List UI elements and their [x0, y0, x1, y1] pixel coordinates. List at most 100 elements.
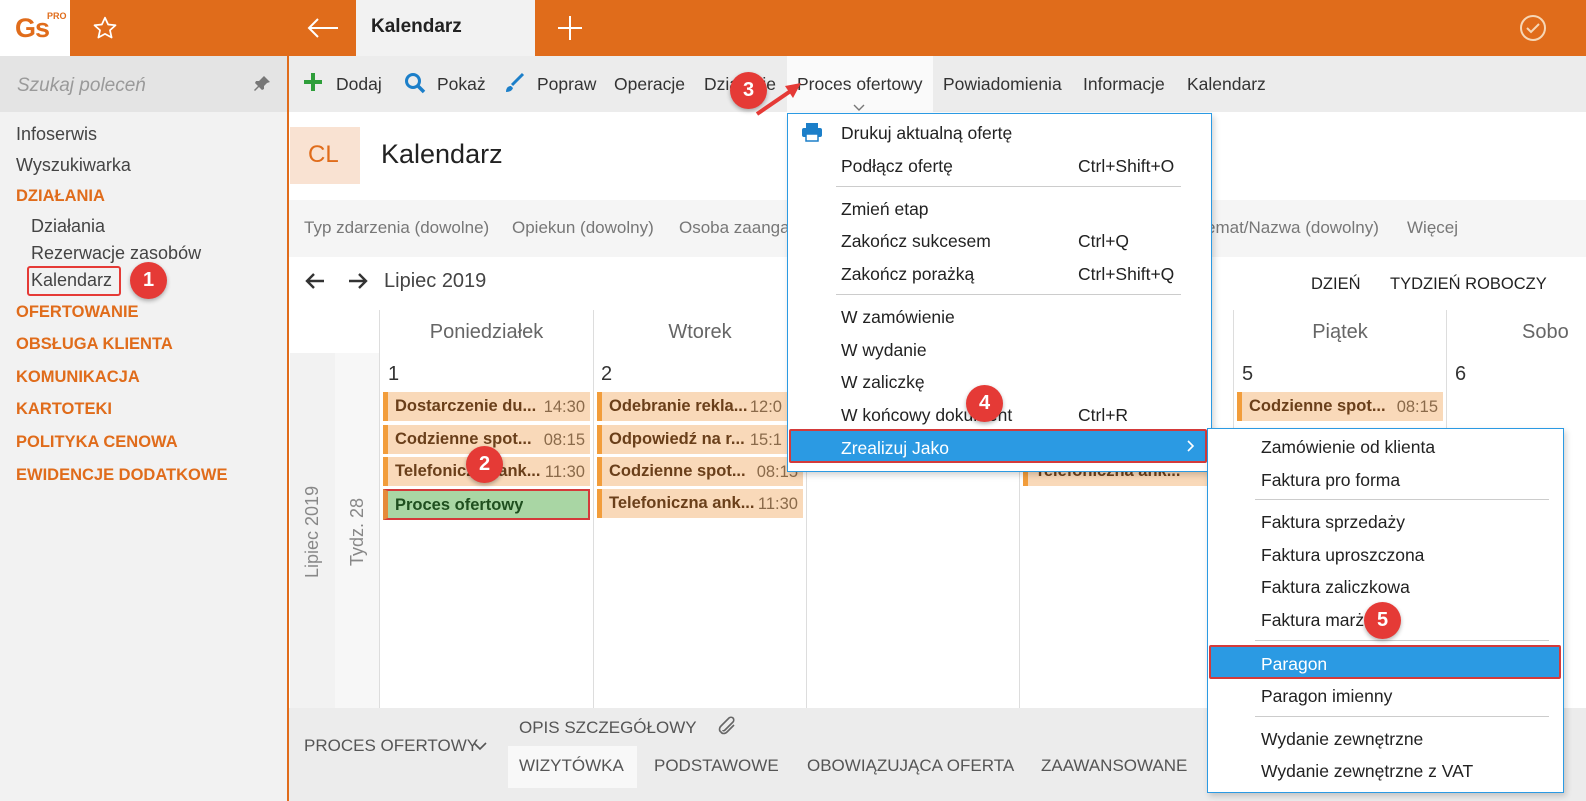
- submenu-item[interactable]: Faktura sprzedaży: [1261, 512, 1405, 533]
- event-time: 11:30: [757, 495, 798, 513]
- calendar-event[interactable]: Odpowiedź na r... 15:1: [597, 425, 787, 454]
- offer-process-menu[interactable]: Proces ofertowy: [797, 74, 922, 95]
- menu-item-to-advance[interactable]: W zaliczkę: [841, 372, 925, 393]
- sidebar-category-komunikacja[interactable]: KOMUNIKACJA: [16, 368, 140, 387]
- sidebar-item-wyszukiwarka[interactable]: Wyszukiwarka: [16, 155, 131, 176]
- next-arrow-icon[interactable]: [347, 270, 369, 297]
- submenu-item[interactable]: Faktura zaliczkowa: [1261, 577, 1410, 598]
- submenu-item[interactable]: Wydanie zewnętrzne: [1261, 729, 1423, 750]
- event-time: 11:30: [544, 463, 585, 481]
- view-day-button[interactable]: DZIEŃ: [1311, 275, 1361, 294]
- search-placeholder: Szukaj poleceń: [17, 75, 146, 96]
- grid-line: [593, 353, 594, 708]
- section-label[interactable]: PROCES OFERTOWY: [304, 736, 478, 756]
- step-marker: 4: [966, 385, 1003, 422]
- sidebar-category-polityka-cenowa[interactable]: POLITYKA CENOWA: [16, 433, 178, 452]
- day-number: 2: [601, 363, 613, 385]
- page-badge-text: CL: [308, 141, 339, 168]
- desc-label[interactable]: OPIS SZCZEGÓŁOWY: [519, 718, 697, 738]
- submenu-item[interactable]: Paragon imienny: [1261, 686, 1392, 707]
- event-title: Odebranie rekla...: [609, 397, 748, 415]
- filter-more[interactable]: Więcej: [1407, 218, 1458, 238]
- sidebar-category-dzialania[interactable]: DZIAŁANIA: [16, 187, 105, 206]
- attachment-icon[interactable]: [717, 715, 739, 744]
- sidebar-item-infoserwis[interactable]: Infoserwis: [16, 124, 97, 145]
- operations-menu[interactable]: Operacje: [614, 74, 685, 95]
- menu-shortcut: Ctrl+Shift+Q: [1078, 264, 1175, 284]
- submenu-item[interactable]: Faktura uproszczona: [1261, 545, 1424, 566]
- day-number: 5: [1242, 363, 1254, 385]
- notifications-menu[interactable]: Powiadomienia: [943, 74, 1062, 95]
- submenu-item[interactable]: Wydanie zewnętrzne z VAT: [1261, 761, 1473, 782]
- sidebar-item-dzialania[interactable]: Działania: [31, 216, 105, 237]
- tab-obowiazujaca-oferta[interactable]: OBOWIĄZUJĄCA OFERTA: [807, 756, 1014, 776]
- tab-kalendarz[interactable]: Kalendarz: [356, 0, 535, 56]
- app-logo[interactable]: Gs PRO: [0, 0, 70, 56]
- event-title: Dostarczenie du...: [395, 397, 537, 415]
- event-time: 12:0: [749, 398, 782, 416]
- sidebar-category-ewidencje[interactable]: EWIDENCJE DODATKOWE: [16, 466, 227, 485]
- submenu-item[interactable]: Faktura pro forma: [1261, 470, 1400, 491]
- search-box[interactable]: Szukaj poleceń: [0, 56, 287, 112]
- menu-item-finish-success[interactable]: Zakończ sukcesem: [841, 231, 991, 252]
- tab-zaawansowane[interactable]: ZAAWANSOWANE: [1041, 756, 1187, 776]
- menu-separator: [836, 294, 1181, 295]
- submenu-item[interactable]: Faktura marża: [1261, 610, 1374, 631]
- sidebar-category-obsluga-klienta[interactable]: OBSŁUGA KLIENTA: [16, 335, 173, 354]
- calendar-event[interactable]: Telefoniczna ank... 11:30: [597, 489, 803, 518]
- filter-person[interactable]: Osoba zaanga: [679, 218, 790, 238]
- menu-item-change-stage[interactable]: Zmień etap: [841, 199, 929, 220]
- filter-owner[interactable]: Opiekun (dowolny): [512, 218, 654, 238]
- menu-item-finish-failure[interactable]: Zakończ porażką: [841, 264, 974, 285]
- month-strip: Lipiec 2019: [290, 353, 335, 708]
- calendar-event-selected[interactable]: Proces ofertowy: [383, 489, 590, 520]
- sidebar-category-ofertowanie[interactable]: OFERTOWANIE: [16, 303, 139, 322]
- menu-item-print-offer[interactable]: Drukuj aktualną ofertę: [841, 123, 1012, 144]
- filter-topic[interactable]: emat/Nazwa (dowolny): [1206, 218, 1379, 238]
- calendar-event[interactable]: Odebranie rekla... 12:0: [597, 392, 787, 421]
- menu-item-to-order[interactable]: W zamówienie: [841, 307, 955, 328]
- sidebar-item-rezerwacje[interactable]: Rezerwacje zasobów: [31, 243, 201, 264]
- info-menu[interactable]: Informacje: [1083, 74, 1165, 95]
- show-button[interactable]: Pokaż: [437, 74, 486, 95]
- plus-icon[interactable]: [535, 0, 605, 56]
- view-workweek-button[interactable]: TYDZIEŃ ROBOCZY: [1390, 275, 1547, 294]
- menu-shortcut: Ctrl+Q: [1078, 231, 1130, 251]
- tab-wizytowka[interactable]: WIZYTÓWKA: [519, 756, 624, 776]
- menu-item-to-release[interactable]: W wydanie: [841, 340, 927, 361]
- calendar-event[interactable]: Dostarczenie du... 14:30: [383, 392, 590, 421]
- brush-icon: [503, 72, 525, 99]
- menu-item-attach-offer[interactable]: Podłącz ofertę: [841, 156, 953, 177]
- prev-arrow-icon[interactable]: [304, 270, 326, 297]
- tab-podstawowe[interactable]: PODSTAWOWE: [654, 756, 779, 776]
- submenu-item-paragon[interactable]: Paragon: [1209, 645, 1561, 679]
- submenu-item[interactable]: Zamówienie od klienta: [1261, 437, 1435, 458]
- sidebar-category-kartoteki[interactable]: KARTOTEKI: [16, 400, 112, 419]
- edit-button[interactable]: Popraw: [537, 74, 596, 95]
- side-month-label: Lipiec 2019: [302, 485, 322, 578]
- day-header-saturday: Sobo: [1446, 310, 1586, 354]
- event-title: Codzienne spot...: [1249, 397, 1386, 415]
- plus-icon: [303, 72, 323, 97]
- day-number: 6: [1455, 363, 1467, 385]
- menu-item-realize-as[interactable]: Zrealizuj Jako: [789, 429, 1207, 463]
- filter-event-type[interactable]: Typ zdarzenia (dowolne): [304, 218, 489, 238]
- menu-separator: [836, 186, 1181, 187]
- add-button[interactable]: Dodaj: [336, 74, 382, 95]
- star-icon[interactable]: [70, 0, 140, 56]
- calendar-event[interactable]: Codzienne spot... 08:15: [1237, 392, 1443, 421]
- event-time: 14:30: [543, 398, 585, 416]
- page-title: Kalendarz: [381, 139, 503, 169]
- event-time: 15:1: [749, 431, 782, 449]
- chevron-down-icon[interactable]: [473, 737, 487, 757]
- printer-icon: [801, 122, 823, 147]
- back-arrow-icon[interactable]: [290, 0, 356, 56]
- week-strip: Tydz. 28: [335, 353, 379, 708]
- pin-icon[interactable]: [253, 75, 271, 98]
- calendar-event[interactable]: Codzienne spot... 08:15: [597, 457, 803, 486]
- calendar-menu[interactable]: Kalendarz: [1187, 74, 1266, 95]
- menu-separator: [1255, 716, 1549, 717]
- check-circle-icon[interactable]: [1508, 0, 1558, 56]
- menu-separator: [1255, 640, 1549, 641]
- event-title: Proces ofertowy: [395, 496, 524, 514]
